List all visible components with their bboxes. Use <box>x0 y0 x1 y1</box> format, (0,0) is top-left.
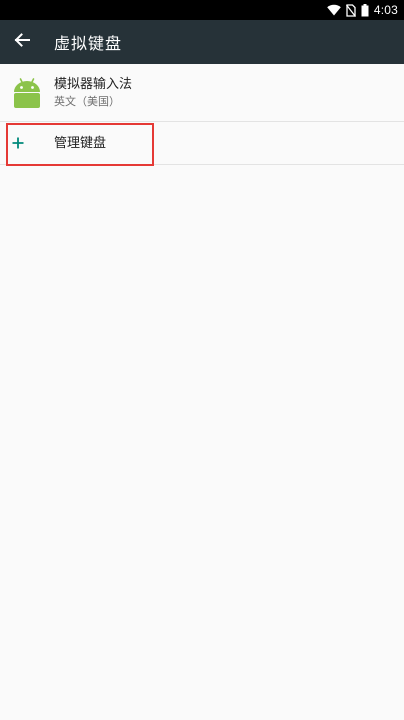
ime-language: 英文（美国） <box>54 95 120 108</box>
manage-keyboards-label: 管理键盘 <box>54 135 107 151</box>
page-title: 虚拟键盘 <box>54 34 123 53</box>
battery-icon <box>361 0 369 20</box>
keyboard-list: 模拟器输入法 英文（美国） 管理键盘 <box>0 64 404 165</box>
status-bar: 4:03 <box>0 0 404 20</box>
ime-name: 模拟器输入法 <box>54 77 133 92</box>
back-button[interactable] <box>2 20 42 64</box>
plus-icon <box>0 137 54 149</box>
wifi-icon <box>327 0 341 20</box>
app-toolbar: 虚拟键盘 <box>0 20 404 64</box>
list-item-manage-keyboards[interactable]: 管理键盘 <box>0 122 404 165</box>
status-time: 4:03 <box>373 3 398 17</box>
android-icon <box>0 77 54 109</box>
no-sim-icon <box>345 0 356 20</box>
list-item-emulator-ime[interactable]: 模拟器输入法 英文（美国） <box>0 64 404 122</box>
arrow-back-icon <box>14 32 30 52</box>
